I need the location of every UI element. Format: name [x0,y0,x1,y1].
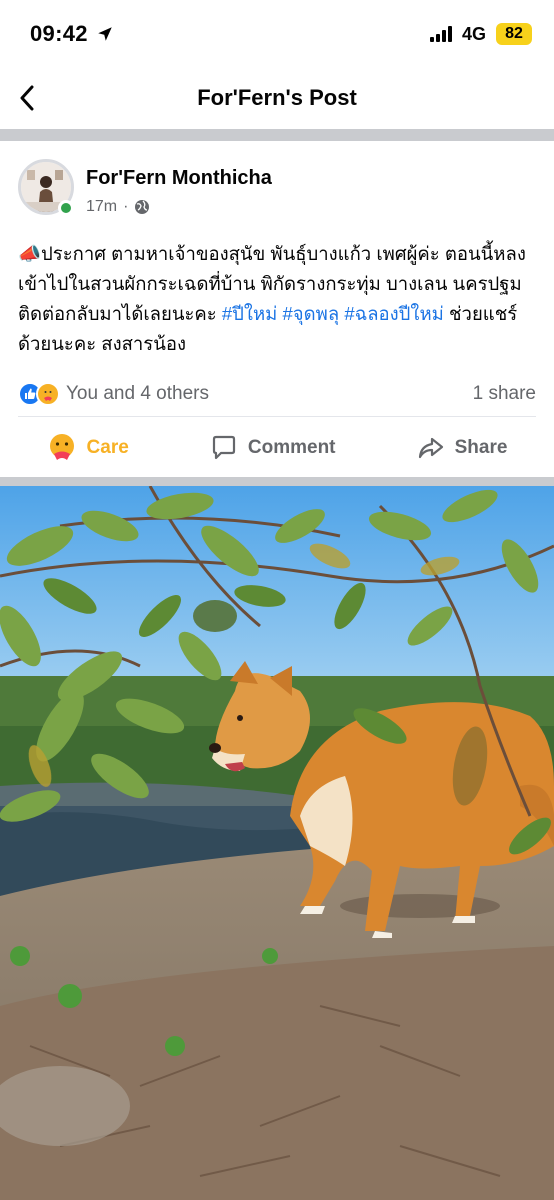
hashtag-link[interactable]: #จุดพลุ [282,303,339,324]
post-photo[interactable] [0,486,554,1200]
care-icon [36,381,60,406]
share-count[interactable]: 1 share [473,383,536,405]
back-button[interactable] [14,82,40,114]
share-icon [418,437,443,459]
back-chevron-icon [20,85,34,111]
meta-separator: · [123,198,129,215]
reaction-count-text: You and 4 others [66,382,209,404]
share-button[interactable]: Share [417,434,508,462]
status-right: 4G 82 [429,23,532,45]
network-type: 4G [461,23,486,44]
page-title: For'Fern's Post [197,85,357,110]
battery-indicator: 82 [496,23,532,45]
comment-icon [212,435,235,460]
reactions-row: You and 4 others 1 share [18,371,536,417]
nav-bar: For'Fern's Post [0,68,554,128]
author-name[interactable]: For'Fern Monthicha [86,167,272,190]
post-time[interactable]: 17m [86,198,117,216]
care-label: Care [86,437,129,458]
location-arrow-icon [98,27,112,41]
globe-icon [135,200,150,214]
post-text: 📣ประกาศ ตามหาเจ้าของสุนัข พันธุ์บางแก้ว … [0,231,554,365]
care-button[interactable]: Care [47,433,129,463]
status-bar: 09:42 4G 82 [0,0,554,68]
section-divider [0,477,554,486]
online-status-dot [58,200,74,216]
status-time: 09:42 [30,21,88,46]
post-header: For'Fern Monthicha 17m · [0,141,554,231]
dog-photo-illustration [0,486,554,1200]
post-card: For'Fern Monthicha 17m · 📣ประกาศ ตามหาเจ… [0,141,554,479]
comment-button[interactable]: Comment [210,434,336,462]
hashtag-link[interactable]: #ฉลองปีใหม่ [344,303,444,324]
comment-label: Comment [247,437,336,458]
signal-icon [429,26,452,42]
reaction-summary[interactable]: You and 4 others [18,381,209,406]
hashtag-link[interactable]: #ปีใหม่ [222,303,277,324]
post-meta: 17m · [86,198,150,216]
share-label: Share [454,437,508,458]
section-divider [0,129,554,141]
status-left: 09:42 [30,21,114,47]
action-row: Care Comment Share [0,417,554,479]
care-icon [49,434,74,460]
